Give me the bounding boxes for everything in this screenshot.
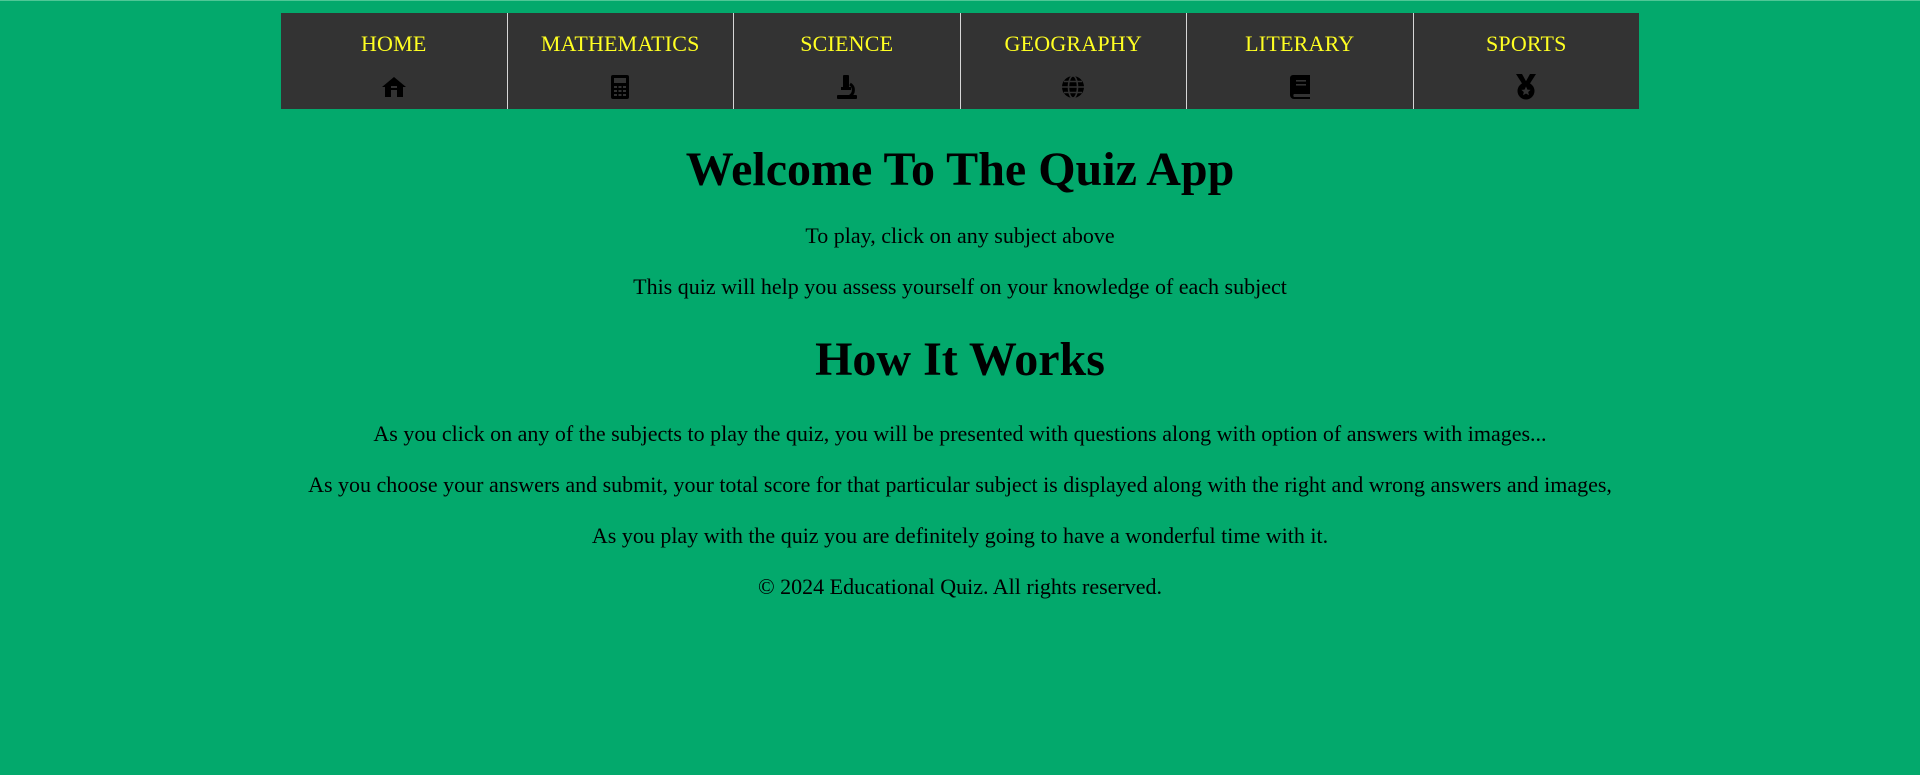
- nav-item-mathematics[interactable]: MATHEMATICS: [508, 13, 734, 109]
- nav-item-label: SCIENCE: [800, 31, 894, 56]
- top-border: [0, 0, 1920, 1]
- nav-item-literary[interactable]: LITERARY: [1187, 13, 1414, 109]
- nav-item-geography[interactable]: GEOGRAPHY: [961, 13, 1187, 109]
- nav-item-science[interactable]: SCIENCE: [734, 13, 961, 109]
- how-it-works-step-2: As you choose your answers and submit, y…: [308, 472, 1612, 497]
- how-it-works-step-1: As you click on any of the subjects to p…: [373, 421, 1547, 446]
- welcome-heading: Welcome To The Quiz App: [685, 143, 1235, 196]
- home-icon: [381, 74, 407, 100]
- book-icon: [1287, 74, 1313, 100]
- globe-icon: [1060, 74, 1086, 100]
- microscope-icon: [834, 74, 860, 100]
- nav-item-label: MATHEMATICS: [540, 31, 700, 56]
- calculator-icon: [607, 74, 633, 100]
- intro-description: This quiz will help you assess yourself …: [633, 274, 1287, 299]
- intro-text: To play, click on any subject above: [805, 223, 1115, 248]
- footer-copyright: © 2024 Educational Quiz. All rights rese…: [757, 574, 1163, 599]
- nav-item-label: SPORTS: [1485, 31, 1567, 56]
- medal-icon: [1513, 74, 1539, 100]
- nav-item-label: LITERARY: [1245, 31, 1355, 56]
- nav-item-label: HOME: [360, 31, 427, 56]
- nav-item-home[interactable]: HOME: [281, 13, 508, 109]
- nav-item-sports[interactable]: SPORTS: [1414, 13, 1640, 109]
- subject-navbar: HOME MATHEMATICS SCIENCE GEOGRAPHY LITER…: [281, 13, 1639, 109]
- main-content: Welcome To The Quiz App To play, click o…: [0, 109, 1920, 598]
- how-it-works-step-3: As you play with the quiz you are defini…: [591, 523, 1329, 548]
- nav-item-label: GEOGRAPHY: [1004, 31, 1142, 56]
- how-it-works-heading: How It Works: [815, 333, 1105, 386]
